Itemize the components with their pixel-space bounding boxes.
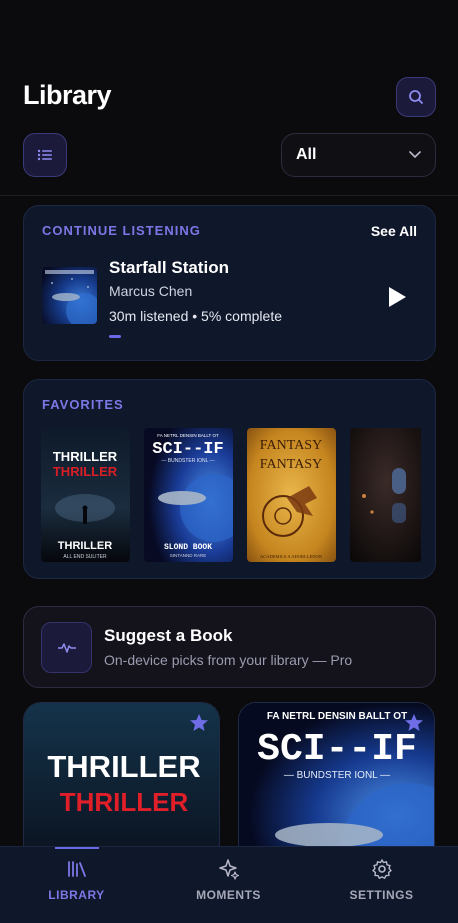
play-icon [389, 287, 406, 307]
favorite-book[interactable]: THRILLER THRILLER THRILLER ALL END SULIT… [41, 428, 130, 562]
cover-text: SINTANND RARE [170, 553, 206, 558]
waveform-icon [57, 642, 76, 653]
header: Library All [0, 0, 458, 196]
suggest-icon-box [41, 622, 92, 673]
list-icon [37, 149, 52, 161]
cover-text: THRILLER [47, 749, 200, 784]
search-button[interactable] [396, 77, 436, 117]
cover-text: THRILLER [53, 449, 118, 464]
suggest-book-card[interactable]: Suggest a Book On-device picks from your… [23, 606, 436, 688]
suggest-title: Suggest a Book [104, 626, 233, 645]
list-view-button[interactable] [23, 133, 67, 177]
progress-text: 30m listened • 5% complete [109, 308, 282, 324]
nav-settings[interactable]: SETTINGS [305, 847, 458, 923]
favorites-card: FAVORITES THRILLER THRILLER THRILLER ALL… [23, 379, 436, 579]
cover-text: FA NETRL DENSIN BALLT OT [267, 711, 407, 722]
bottom-navigation: LIBRARY MOMENTS SETTINGS [0, 846, 458, 923]
favorite-book[interactable]: FANTASY FANTASY ACADEMICS A ADORLLEDON [247, 428, 336, 562]
cover-text: ACADEMICS A ADORLLEDON [260, 554, 323, 559]
library-icon [67, 861, 86, 877]
favorite-star-icon[interactable] [404, 713, 424, 733]
header-divider [0, 195, 458, 196]
nav-label: SETTINGS [349, 888, 414, 902]
book-author: Marcus Chen [109, 283, 193, 299]
search-icon [409, 90, 423, 104]
cover-text: — BUNDSTER IONL — [161, 458, 214, 464]
filter-select[interactable]: All [281, 133, 436, 177]
cover-text: SLOND BOOK [164, 543, 212, 552]
see-all-link[interactable]: See All [371, 223, 417, 239]
nav-label: MOMENTS [196, 888, 261, 902]
filter-value: All [296, 146, 317, 163]
page-title: Library [23, 80, 112, 110]
favorites-label: FAVORITES [42, 397, 124, 412]
cover-text: THRILLER [60, 787, 189, 817]
nav-library[interactable]: LIBRARY [0, 847, 153, 923]
cover-text: FA NETRL DENSIN BALLT OT [157, 433, 219, 438]
chevron-down-icon [409, 151, 421, 159]
library-book-card[interactable]: THRILLER THRILLER [23, 702, 220, 852]
favorite-book[interactable] [350, 428, 421, 562]
nav-label: LIBRARY [48, 888, 105, 902]
active-tab-indicator [55, 847, 99, 849]
cover-text: ALL END SULITER [63, 554, 107, 560]
favorites-carousel[interactable]: THRILLER THRILLER THRILLER ALL END SULIT… [41, 428, 421, 562]
cover-text: THRILLER [53, 464, 118, 479]
favorite-star-icon[interactable] [189, 713, 209, 733]
cover-text: FANTASY [260, 438, 322, 453]
cover-text: FANTASY [260, 457, 322, 472]
cover-text: SCI--IF [152, 440, 223, 459]
progress-bar [109, 335, 121, 338]
cover-text: — BUNDSTER IONL — [284, 770, 390, 781]
favorite-book[interactable]: FA NETRL DENSIN BALLT OT SCI--IF — BUNDS… [144, 428, 233, 562]
continue-listening-card[interactable]: CONTINUE LISTENING See All Starfall Stat… [23, 205, 436, 361]
continue-listening-label: CONTINUE LISTENING [42, 223, 201, 238]
suggest-subtitle: On-device picks from your library — Pro [104, 652, 353, 668]
cover-text: SCI--IF [257, 728, 417, 771]
play-button[interactable] [386, 286, 408, 308]
library-book-card[interactable]: FA NETRL DENSIN BALLT OT SCI--IF — BUNDS… [238, 702, 435, 852]
book-title: Starfall Station [109, 258, 229, 277]
nav-moments[interactable]: MOMENTS [152, 847, 305, 923]
cover-text: THRILLER [58, 540, 112, 552]
gear-icon [371, 859, 392, 879]
sparkle-icon [218, 859, 239, 880]
book-cover [42, 267, 97, 324]
